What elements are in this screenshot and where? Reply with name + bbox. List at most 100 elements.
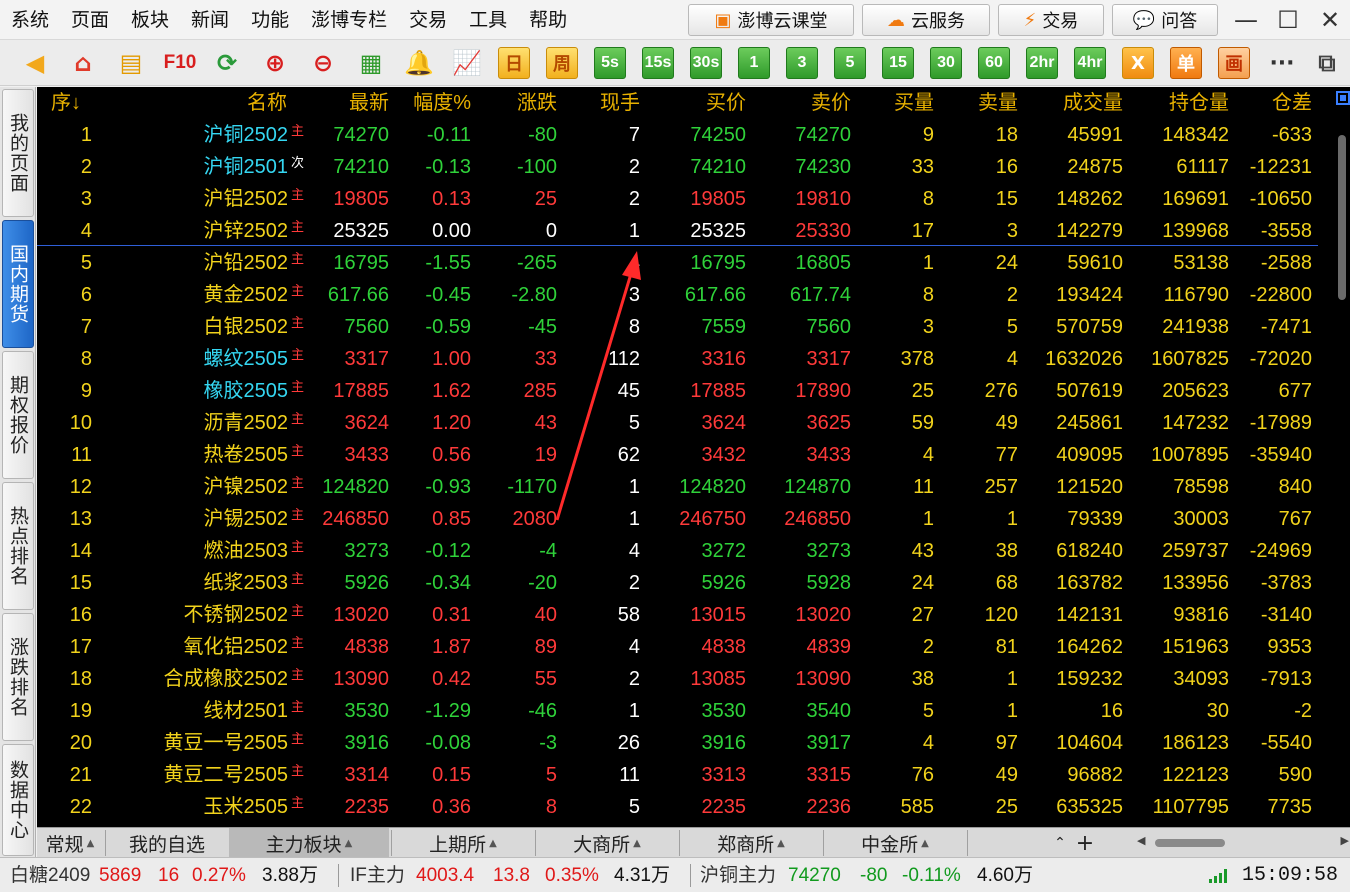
refresh-icon[interactable]: ⟳ (210, 47, 244, 79)
table-row[interactable]: 1 沪铜2502 主 74270 -0.11 -80 7 74250 74270 9 18 45991… (37, 119, 1334, 151)
table-row[interactable]: 8 螺纹2505 主 3317 1.00 33 112 3316 3317 378 4 1632026… (37, 343, 1334, 375)
minimize-icon[interactable]: — (1226, 2, 1266, 38)
tab-hot-ranking[interactable]: 热点排名 (2, 482, 34, 610)
vertical-scroll-thumb[interactable] (1338, 135, 1346, 300)
col-header-bid[interactable]: 买价 (706, 87, 746, 119)
draw-button[interactable]: 画 (1218, 47, 1250, 79)
period-1-button[interactable]: 1 (738, 47, 770, 79)
col-header-pct[interactable]: 幅度% (413, 87, 471, 119)
period-4hr-button[interactable]: 4hr (1074, 47, 1106, 79)
horizontal-scroll-thumb[interactable] (1155, 839, 1225, 847)
bell-icon[interactable]: 🔔 (402, 47, 436, 79)
x-button[interactable]: X (1122, 47, 1154, 79)
cloud-class-button[interactable]: ▣ 澎博云课堂 (688, 4, 854, 36)
table-row[interactable]: 4 沪锌2502 主 25325 0.00 0 1 25325 25330 17 3 142279 13… (37, 215, 1334, 247)
tab-data-center[interactable]: 数据中心 (2, 744, 34, 856)
single-button[interactable]: 单 (1170, 47, 1202, 79)
external-link-icon[interactable]: ⧉ (1310, 47, 1344, 79)
close-icon[interactable]: ✕ (1310, 2, 1350, 38)
tab-dce[interactable]: 大商所 ▲ (537, 828, 677, 858)
table-row[interactable]: 3 沪铝2502 主 19805 0.13 25 2 19805 19810 8 15 148262 1… (37, 183, 1334, 215)
table-row[interactable]: 19 线材2501 主 3530 -1.29 -46 1 3530 3540 5 1 16 30 -2 (37, 695, 1334, 727)
col-header-volume[interactable]: 成交量 (1063, 87, 1123, 119)
menu-tools[interactable]: 工具 (458, 0, 518, 40)
col-header-oi[interactable]: 持仓量 (1169, 87, 1229, 119)
menu-function[interactable]: 功能 (240, 0, 300, 40)
period-3-button[interactable]: 3 (786, 47, 818, 79)
table-row[interactable]: 21 黄豆二号2505 主 3314 0.15 5 11 3313 3315 76 49 96882 1… (37, 759, 1334, 791)
period-week-button[interactable]: 周 (546, 47, 578, 79)
table-row[interactable]: 11 热卷2505 主 3433 0.56 19 62 3432 3433 4 77 409095 10… (37, 439, 1334, 471)
tab-czce[interactable]: 郑商所 ▲ (681, 828, 821, 858)
column-settings-icon[interactable] (1336, 91, 1350, 105)
scroll-right-icon[interactable]: ▶ (1341, 834, 1349, 847)
period-5s-button[interactable]: 5s (594, 47, 626, 79)
table-row[interactable]: 7 白银2502 主 7560 -0.59 -45 8 7559 7560 3 5 570759 241… (37, 311, 1334, 343)
home-icon[interactable]: ⌂ (66, 47, 100, 79)
ticker-copper-name[interactable]: 沪铜主力 (700, 858, 776, 892)
col-header-bid-vol[interactable]: 买量 (894, 87, 934, 119)
table-row[interactable]: 16 不锈钢2502 主 13020 0.31 40 58 13015 13020 27 120 14… (37, 599, 1334, 631)
col-header-last[interactable]: 最新 (349, 87, 389, 119)
table-row[interactable]: 15 纸浆2503 主 5926 -0.34 -20 2 5926 5928 24 68 163782… (37, 567, 1334, 599)
menu-news[interactable]: 新闻 (180, 0, 240, 40)
tab-my-watchlist[interactable]: 我的自选 (107, 828, 227, 858)
window-icon[interactable]: ▦ (354, 47, 388, 79)
tab-options-quotes[interactable]: 期权报价 (2, 351, 34, 479)
table-row[interactable]: 9 橡胶2505 主 17885 1.62 285 45 17885 17890 25 276 507… (37, 375, 1334, 407)
horizontal-scrollbar[interactable]: ◀ ▶ (1137, 834, 1349, 850)
table-row[interactable]: 2 沪铜2501 次 74210 -0.13 -100 2 74210 74230 33 16 248… (37, 151, 1334, 183)
col-header-oi-diff[interactable]: 仓差 (1272, 87, 1312, 119)
menu-column[interactable]: 澎博专栏 (300, 0, 398, 40)
col-header-name[interactable]: 名称 (247, 87, 287, 119)
add-tab-icon[interactable]: + (1073, 828, 1097, 858)
period-30s-button[interactable]: 30s (690, 47, 722, 79)
table-row[interactable]: 20 黄豆一号2505 主 3916 -0.08 -3 26 3916 3917 4 97 10460… (37, 727, 1334, 759)
cloud-service-button[interactable]: ☁ 云服务 (862, 4, 990, 36)
tab-main-contracts[interactable]: 主力板块 ▲ (229, 828, 389, 858)
maximize-icon[interactable]: ☐ (1268, 2, 1308, 38)
collapse-tabs-icon[interactable]: ⌃ (1049, 828, 1071, 858)
table-row[interactable]: 6 黄金2502 主 617.66 -0.45 -2.80 3 617.66 617.74 8 2 1… (37, 279, 1334, 311)
ticker-sugar-name[interactable]: 白糖2409 (10, 858, 90, 892)
col-header-ask-vol[interactable]: 卖量 (978, 87, 1018, 119)
menu-system[interactable]: 系统 (0, 0, 60, 40)
col-header-no[interactable]: 序↓ (51, 87, 81, 119)
tab-cffex[interactable]: 中金所 ▲ (825, 828, 965, 858)
tab-my-page[interactable]: 我的页面 (2, 89, 34, 217)
col-header-hand[interactable]: 现手 (600, 87, 640, 119)
zoom-in-icon[interactable]: ⊕ (258, 47, 292, 79)
table-row[interactable]: 12 沪镍2502 主 124820 -0.93 -1170 1 124820 124870 11… (37, 471, 1334, 503)
col-header-ask[interactable]: 卖价 (811, 87, 851, 119)
menu-sector[interactable]: 板块 (120, 0, 180, 40)
period-5-button[interactable]: 5 (834, 47, 866, 79)
table-row[interactable]: 18 合成橡胶2502 主 13090 0.42 55 2 13085 13090 38 1 1592… (37, 663, 1334, 695)
tab-change-ranking[interactable]: 涨跌排名 (2, 613, 34, 741)
period-day-button[interactable]: 日 (498, 47, 530, 79)
period-60-button[interactable]: 60 (978, 47, 1010, 79)
scroll-left-icon[interactable]: ◀ (1137, 834, 1145, 847)
more-button[interactable]: ··· (1264, 47, 1300, 79)
menu-page[interactable]: 页面 (60, 0, 120, 40)
chart-up-icon[interactable]: 📈 (450, 47, 484, 79)
table-row[interactable]: 22 玉米2505 主 2235 0.36 8 5 2235 2236 585 25 635325 11… (37, 791, 1334, 823)
col-header-change[interactable]: 涨跌 (517, 87, 557, 119)
tab-shfe[interactable]: 上期所 ▲ (393, 828, 533, 858)
table-row[interactable]: 10 沥青2502 主 3624 1.20 43 5 3624 3625 59 49 245861 14… (37, 407, 1334, 439)
menu-help[interactable]: 帮助 (518, 0, 578, 40)
table-row[interactable]: 13 沪锡2502 主 246850 0.85 2080 1 246750 246850 1 1 79… (37, 503, 1334, 535)
tab-domestic-futures[interactable]: 国内期货 (2, 220, 34, 348)
back-arrow-icon[interactable]: ◀ (18, 47, 52, 79)
period-15-button[interactable]: 15 (882, 47, 914, 79)
period-15s-button[interactable]: 15s (642, 47, 674, 79)
tab-general[interactable]: 常规 ▲ (37, 828, 103, 858)
zoom-out-icon[interactable]: ⊖ (306, 47, 340, 79)
note-icon[interactable]: ▤ (114, 47, 148, 79)
period-30-button[interactable]: 30 (930, 47, 962, 79)
table-row[interactable]: 5 沪铅2502 主 16795 -1.55 -265 4 16795 16805 1 24 5961… (37, 247, 1334, 279)
menu-trade[interactable]: 交易 (398, 0, 458, 40)
vertical-scrollbar[interactable] (1334, 87, 1350, 827)
table-row[interactable]: 14 燃油2503 主 3273 -0.12 -4 4 3272 3273 43 38 618240 2… (37, 535, 1334, 567)
trade-button[interactable]: ⚡ 交易 (998, 4, 1104, 36)
ticker-if-name[interactable]: IF主力 (350, 858, 405, 892)
